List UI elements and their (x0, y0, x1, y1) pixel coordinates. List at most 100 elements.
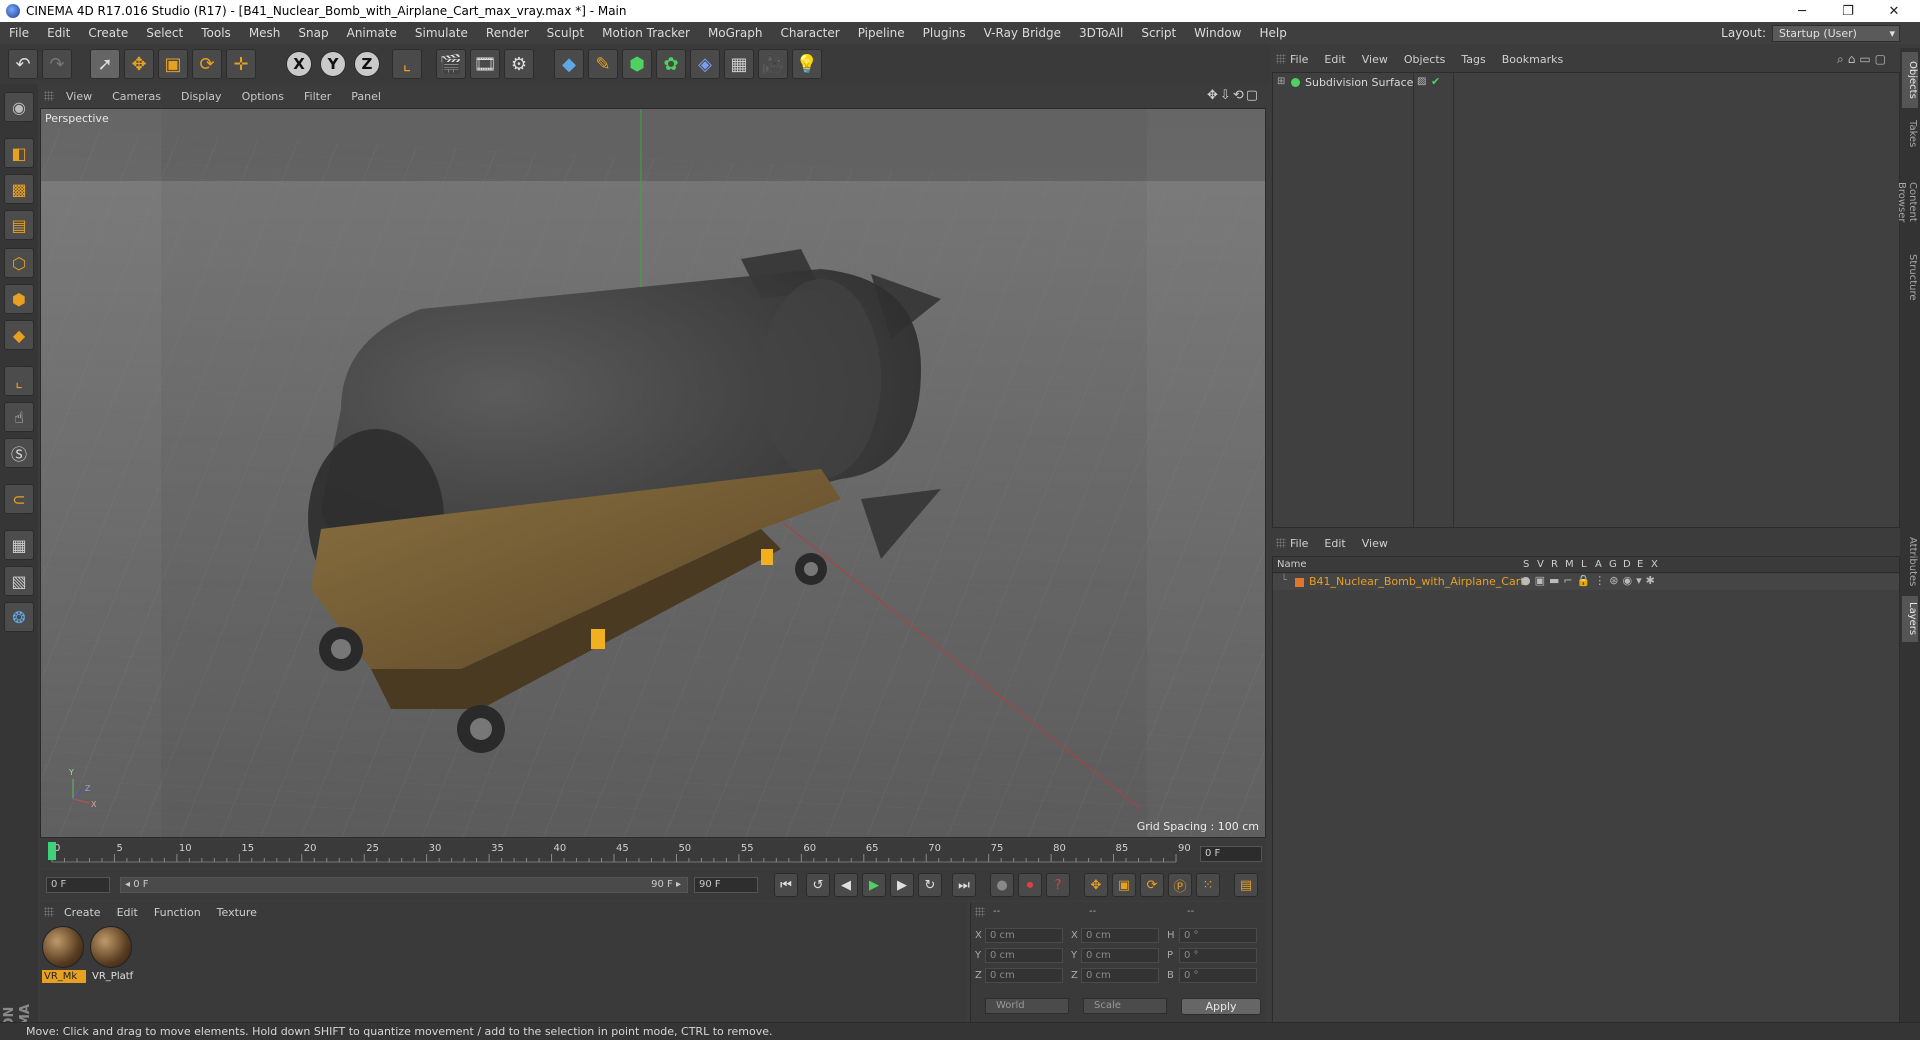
layer-toggle-icons[interactable]: ●▣▬⌐🔒⋮⊛◉▾✱ (1521, 574, 1659, 587)
spline-pen-icon[interactable]: ✎ (588, 49, 618, 79)
menu-vray-bridge[interactable]: V-Ray Bridge (975, 26, 1070, 40)
y-axis-lock-icon[interactable]: Y (320, 51, 346, 77)
record-keys-disabled-icon[interactable]: ● (990, 873, 1014, 897)
python-script-icon[interactable]: ❂ (4, 602, 34, 632)
material-grip-icon[interactable] (44, 907, 54, 917)
om-menu-tags[interactable]: Tags (1453, 53, 1493, 66)
material-menu-create[interactable]: Create (56, 906, 109, 919)
play-forward-icon[interactable]: ▶ (862, 873, 886, 897)
menu-window[interactable]: Window (1185, 26, 1250, 40)
coords-grip-icon[interactable] (975, 907, 985, 917)
coordinate-mode-dropdown[interactable]: World (985, 998, 1069, 1014)
layout-dropdown[interactable]: Startup (User) (1772, 24, 1900, 42)
rotate-tool-icon[interactable]: ⟳ (192, 49, 222, 79)
lock-workplane-icon[interactable]: ▦ (4, 530, 34, 560)
menu-3dtoall[interactable]: 3DToAll (1070, 26, 1132, 40)
previous-key-icon[interactable]: ↺ (806, 873, 830, 897)
minimize-button[interactable]: ─ (1780, 0, 1824, 22)
pos-y-field[interactable]: 0 cm (985, 948, 1063, 963)
points-mode-icon[interactable]: ⬡ (4, 248, 34, 278)
go-to-start-icon[interactable]: ⏮ (774, 873, 798, 897)
layer-row[interactable]: └ B41_Nuclear_Bomb_with_Airplane_Cart ●▣… (1273, 574, 1899, 590)
maximize-button[interactable]: ❐ (1826, 0, 1870, 22)
om-menu-file[interactable]: File (1282, 53, 1316, 66)
timeline-playhead[interactable] (48, 842, 56, 860)
scale-tool-icon[interactable]: ▣ (158, 49, 188, 79)
floor-scene-icon[interactable]: ▦ (724, 49, 754, 79)
menu-pipeline[interactable]: Pipeline (849, 26, 914, 40)
solo-mode-icon[interactable]: Ⓢ (4, 438, 34, 468)
size-mode-dropdown[interactable]: Scale (1083, 998, 1167, 1014)
render-picture-viewer-icon[interactable]: 🎞 (470, 49, 500, 79)
viewport-menu-filter[interactable]: Filter (294, 90, 341, 103)
texture-mode-icon[interactable]: ▩ (4, 174, 34, 204)
tab-layers[interactable]: Layers (1902, 596, 1918, 642)
layer-manager-grip-icon[interactable] (1276, 538, 1286, 548)
menu-create[interactable]: Create (79, 26, 137, 40)
go-to-end-icon[interactable]: ⏭ (952, 873, 976, 897)
viewport-menu-panel[interactable]: Panel (341, 90, 391, 103)
material-menu-edit[interactable]: Edit (109, 906, 146, 919)
object-manager-grip-icon[interactable] (1276, 54, 1286, 64)
timeline-window-icon[interactable]: ▤ (1234, 873, 1258, 897)
menu-plugins[interactable]: Plugins (914, 26, 975, 40)
polygons-mode-icon[interactable]: ◆ (4, 320, 34, 350)
workplane-mode-icon[interactable]: ▤ (4, 210, 34, 240)
pos-x-field[interactable]: 0 cm (985, 928, 1063, 943)
om-menu-objects[interactable]: Objects (1396, 53, 1454, 66)
key-scale-icon[interactable]: ▣ (1112, 873, 1136, 897)
key-rotation-icon[interactable]: ⟳ (1140, 873, 1164, 897)
size-z-field[interactable]: 0 cm (1081, 968, 1159, 983)
om-menu-view[interactable]: View (1354, 53, 1396, 66)
expand-icon[interactable]: ⊞ (1277, 76, 1285, 87)
lm-menu-file[interactable]: File (1282, 537, 1316, 550)
last-tool-icon[interactable]: ✛ (226, 49, 256, 79)
autokey-icon[interactable]: ? (1046, 873, 1070, 897)
tab-structure[interactable]: Structure (1902, 248, 1918, 306)
menu-edit[interactable]: Edit (38, 26, 79, 40)
om-menu-edit[interactable]: Edit (1316, 53, 1353, 66)
perspective-viewport[interactable]: Y X Z Perspective Grid Spacing : 100 cm (40, 108, 1266, 838)
render-view-icon[interactable]: 🎬 (436, 49, 466, 79)
next-key-icon[interactable]: ↻ (918, 873, 942, 897)
object-row[interactable]: ⊞ Subdivision Surface ▨ ✔ (1273, 75, 1899, 91)
menu-help[interactable]: Help (1250, 26, 1295, 40)
layer-color-swatch[interactable] (1295, 578, 1304, 587)
magnet-snap-icon[interactable]: ⊂ (4, 484, 34, 514)
coordinate-system-icon[interactable]: ⌞ (392, 49, 422, 79)
z-axis-lock-icon[interactable]: Z (354, 51, 380, 77)
planar-workplane-icon[interactable]: ▧ (4, 566, 34, 596)
menu-select[interactable]: Select (137, 26, 192, 40)
size-y-field[interactable]: 0 cm (1081, 948, 1159, 963)
material-menu-function[interactable]: Function (146, 906, 209, 919)
make-editable-icon[interactable]: ◉ (4, 92, 34, 122)
render-settings-icon[interactable]: ⚙ (504, 49, 534, 79)
enabled-check-icon[interactable]: ✔ (1431, 75, 1440, 88)
array-generator-icon[interactable]: ✿ (656, 49, 686, 79)
tab-takes[interactable]: Takes (1902, 114, 1918, 154)
light-bulb-icon[interactable]: 💡 (792, 49, 822, 79)
viewport-menu-display[interactable]: Display (171, 90, 232, 103)
tab-content-browser[interactable]: Content Browser (1896, 160, 1918, 244)
menu-script[interactable]: Script (1132, 26, 1185, 40)
menu-simulate[interactable]: Simulate (406, 26, 477, 40)
menu-tools[interactable]: Tools (192, 26, 240, 40)
axis-mode-icon[interactable]: ⌞ (4, 366, 34, 396)
rot-p-field[interactable]: 0 ° (1179, 948, 1257, 963)
cube-primitive-icon[interactable]: ◆ (554, 49, 584, 79)
key-parameter-icon[interactable]: Ⓟ (1168, 873, 1192, 897)
size-x-field[interactable]: 0 cm (1081, 928, 1159, 943)
tweak-mode-icon[interactable]: ☝ (4, 402, 34, 432)
close-button[interactable]: ✕ (1872, 0, 1916, 22)
material-menu-texture[interactable]: Texture (209, 906, 265, 919)
tab-attributes[interactable]: Attributes (1902, 532, 1918, 592)
menu-snap[interactable]: Snap (289, 26, 337, 40)
menu-file[interactable]: File (0, 26, 38, 40)
viewport-menu-cameras[interactable]: Cameras (102, 90, 171, 103)
model-mode-icon[interactable]: ◧ (4, 138, 34, 168)
viewport-grip-icon[interactable] (44, 91, 54, 101)
menu-animate[interactable]: Animate (338, 26, 406, 40)
key-position-icon[interactable]: ✥ (1084, 873, 1108, 897)
material-swatch[interactable]: VR_Mk (42, 926, 86, 986)
viewport-menu-view[interactable]: View (56, 90, 102, 103)
